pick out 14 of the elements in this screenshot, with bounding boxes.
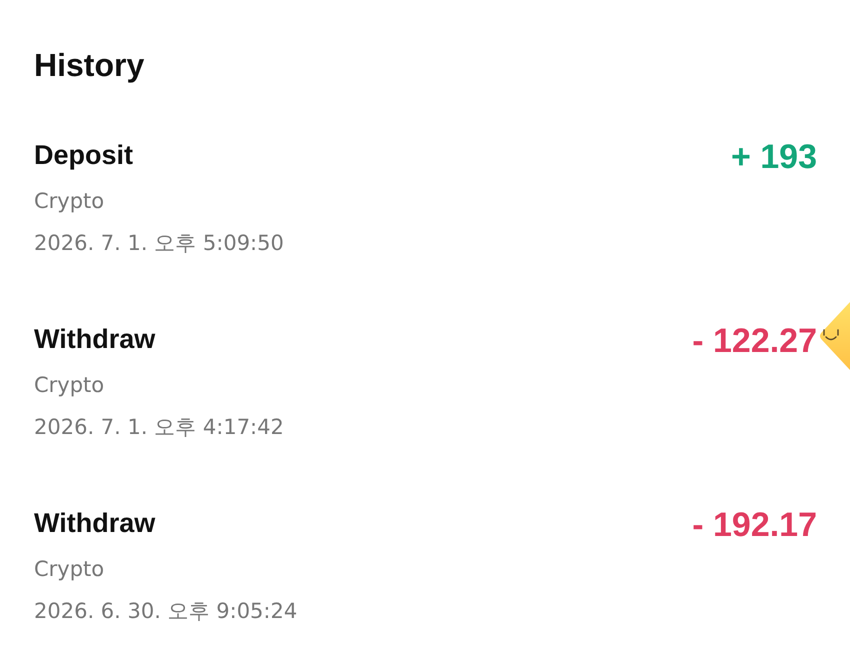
transaction-method: Crypto	[34, 556, 104, 583]
page-title: History	[34, 47, 146, 83]
transaction-amount: - 192.17	[692, 507, 817, 543]
transaction-time: 2026. 7. 1. 오후 4:17:42	[34, 414, 284, 441]
transaction-method: Crypto	[34, 372, 104, 399]
smiley-face-icon[interactable]	[818, 300, 850, 372]
transaction-type: Withdraw	[34, 323, 156, 355]
transaction-amount: - 122.27	[692, 323, 817, 359]
transaction-amount: + 193	[730, 139, 817, 175]
transaction-type: Withdraw	[34, 507, 156, 539]
transaction-time: 2026. 6. 30. 오후 9:05:24	[34, 598, 298, 625]
transaction-method: Crypto	[34, 188, 104, 215]
transaction-time: 2026. 7. 1. 오후 5:09:50	[34, 230, 284, 257]
transaction-type: Deposit	[34, 139, 134, 171]
